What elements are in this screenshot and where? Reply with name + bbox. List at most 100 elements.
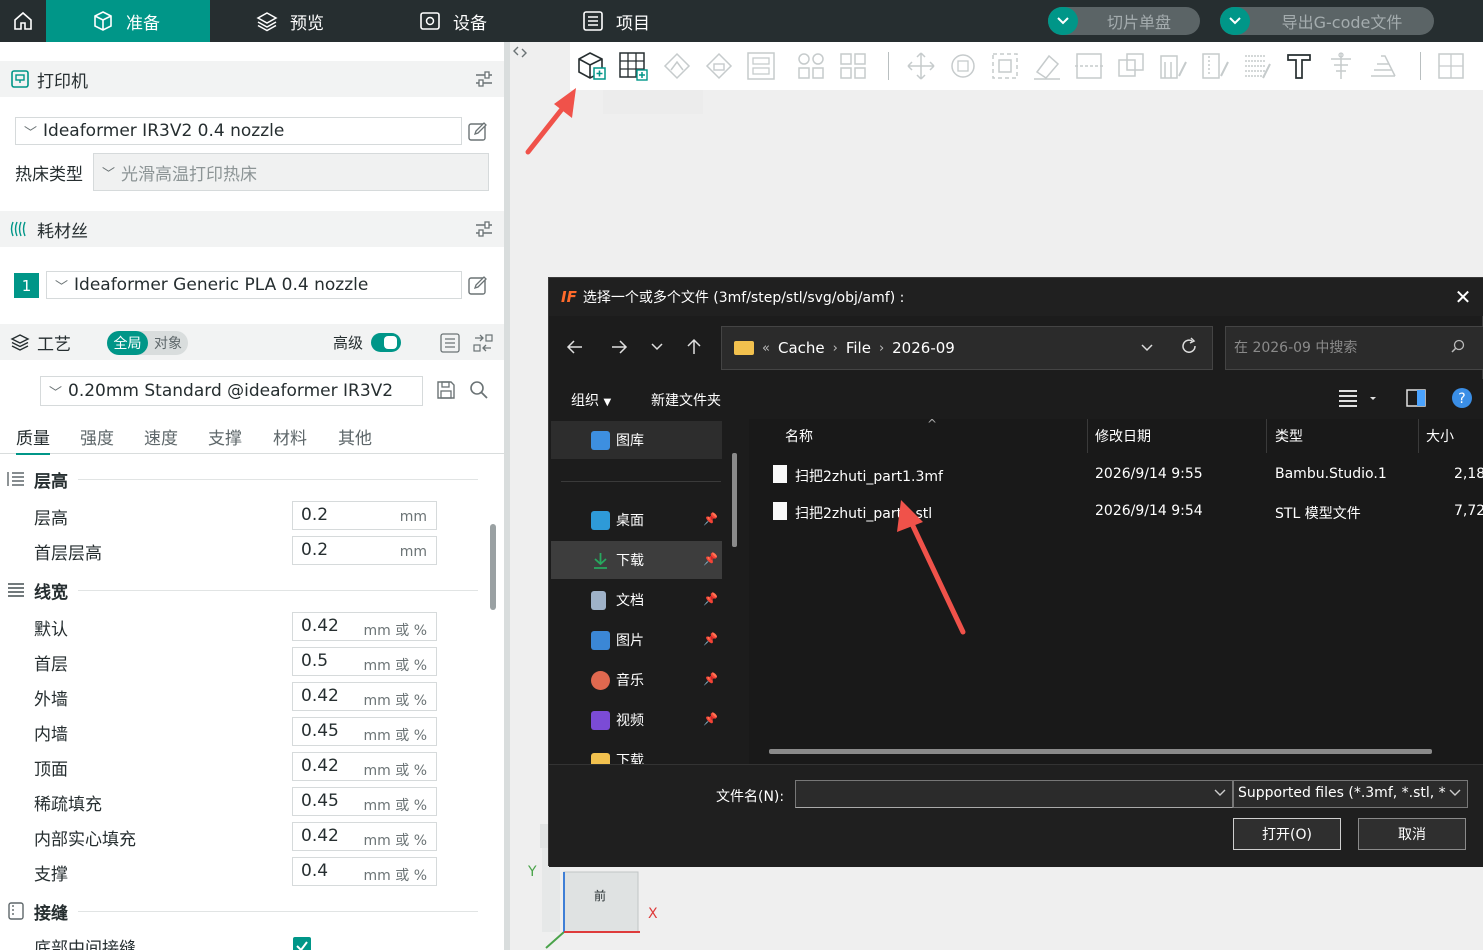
internal-solid-width-input[interactable]: 0.42 mm 或 % [292, 822, 437, 851]
slice-plate-button[interactable]: 切片单盘 [1048, 7, 1200, 35]
column-name[interactable]: 名称 [785, 426, 813, 446]
save-icon[interactable] [436, 380, 456, 404]
first-layer-width-input[interactable]: 0.5 mm 或 % [292, 647, 437, 676]
tab-preview[interactable]: 预览 [256, 0, 324, 42]
view-options-icon[interactable] [1338, 387, 1378, 413]
file-list-scrollbar[interactable] [769, 749, 1432, 754]
address-history-chevron-icon[interactable] [1140, 341, 1154, 357]
up-arrow-icon[interactable] [677, 330, 711, 364]
advanced-switch[interactable] [371, 333, 401, 352]
toggle-global[interactable]: 全局 [107, 331, 148, 355]
organize-menu[interactable]: 组织 ▼ [571, 390, 611, 410]
first-layer-height-input[interactable]: 0.2 mm [292, 536, 437, 565]
chevron-down-icon[interactable] [1214, 786, 1226, 800]
add-object-icon[interactable] [575, 50, 609, 82]
preview-pane-icon[interactable] [1405, 387, 1427, 413]
outer-wall-width-input[interactable]: 0.42 mm 或 % [292, 682, 437, 711]
printer-preset-select[interactable]: ﹀ Ideaformer IR3V2 0.4 nozzle [15, 117, 462, 145]
add-plate-icon[interactable] [616, 50, 650, 82]
pin-icon[interactable]: 📌 [703, 632, 718, 646]
help-icon[interactable]: ? [1451, 387, 1473, 413]
lay-on-face-icon[interactable] [702, 50, 736, 82]
sidebar-scrollbar[interactable] [490, 524, 496, 610]
support-paint-icon[interactable] [1156, 50, 1190, 82]
settings-sliders-icon[interactable] [474, 69, 494, 93]
split-objects-icon[interactable] [794, 50, 828, 82]
new-folder-button[interactable]: 新建文件夹 [651, 390, 721, 410]
tab-project[interactable]: 项目 [582, 0, 650, 42]
measure-icon[interactable] [1324, 50, 1358, 82]
file-row[interactable]: 扫把2zhuti_part1.3mf 2026/9/14 9:55 Bambu.… [769, 458, 1483, 494]
filament-slot-badge[interactable]: 1 [14, 273, 39, 298]
breadcrumb-cache[interactable]: Cache [778, 339, 825, 357]
global-object-toggle[interactable]: 全局 对象 [107, 331, 188, 355]
close-icon[interactable]: ✕ [1452, 286, 1474, 308]
explode-view-icon[interactable] [1434, 50, 1468, 82]
column-divider[interactable] [1266, 419, 1267, 453]
nav-item-music[interactable]: 音乐 📌 [551, 661, 722, 699]
sidebar-splitter[interactable] [504, 42, 510, 950]
search-field[interactable] [1225, 326, 1483, 370]
file-row[interactable]: 扫把2zhuti_part1.stl 2026/9/14 9:54 STL 模型… [769, 495, 1483, 531]
column-divider[interactable] [1087, 419, 1088, 453]
assembly-icon[interactable] [1366, 50, 1400, 82]
move-icon[interactable] [904, 50, 938, 82]
back-arrow-icon[interactable] [558, 330, 592, 364]
column-modified[interactable]: 修改日期 [1095, 426, 1151, 446]
nav-item-downloads[interactable]: 下载 📌 [551, 541, 722, 579]
collapse-sidebar-icon[interactable] [512, 44, 534, 68]
nav-item-gallery[interactable]: 图库 [551, 421, 722, 459]
lay-flat-icon[interactable] [1030, 50, 1064, 82]
default-width-input[interactable]: 0.42 mm 或 % [292, 612, 437, 641]
sparse-infill-width-input[interactable]: 0.45 mm 或 % [292, 787, 437, 816]
nav-item-desktop[interactable]: 桌面 📌 [551, 501, 722, 539]
compare-list-icon[interactable] [440, 333, 460, 357]
cut-icon[interactable] [1072, 50, 1106, 82]
tab-strength[interactable]: 强度 [80, 424, 114, 449]
open-button[interactable]: 打开(O) [1233, 818, 1341, 850]
search-icon[interactable] [1451, 339, 1465, 357]
filename-input[interactable] [795, 780, 1233, 808]
text-icon[interactable] [1282, 50, 1316, 82]
bottom-seam-checkbox[interactable] [293, 937, 311, 950]
tab-others[interactable]: 其他 [338, 424, 372, 449]
chevron-down-icon[interactable] [1220, 7, 1250, 35]
top-surface-width-input[interactable]: 0.42 mm 或 % [292, 752, 437, 781]
address-bar[interactable]: « Cache › File › 2026-09 [721, 326, 1213, 370]
breadcrumb-folder[interactable]: 2026-09 [892, 339, 955, 357]
settings-sliders-icon[interactable] [474, 219, 494, 243]
support-width-input[interactable]: 0.4 mm 或 % [292, 857, 437, 886]
tab-speed[interactable]: 速度 [144, 424, 178, 449]
nav-item-downloads-folder[interactable]: 下载 [551, 741, 722, 764]
pin-icon[interactable]: 📌 [703, 592, 718, 606]
home-icon[interactable] [0, 0, 46, 42]
export-gcode-button[interactable]: 导出G-code文件 [1220, 7, 1434, 35]
boolean-icon[interactable] [1114, 50, 1148, 82]
refresh-icon[interactable] [1180, 337, 1198, 360]
recent-chevron-icon[interactable] [640, 330, 674, 364]
pin-icon[interactable]: 📌 [703, 512, 718, 526]
pin-icon[interactable]: 📌 [703, 552, 718, 566]
tab-material[interactable]: 材料 [273, 424, 307, 449]
search-input[interactable] [1234, 337, 1434, 359]
edit-filament-icon[interactable] [468, 275, 488, 299]
auto-orient-icon[interactable] [660, 50, 694, 82]
column-type[interactable]: 类型 [1275, 426, 1303, 446]
nav-item-videos[interactable]: 视频 📌 [551, 701, 722, 739]
arrange-icon[interactable] [744, 50, 778, 82]
chevron-down-icon[interactable] [1048, 7, 1078, 35]
pin-icon[interactable]: 📌 [703, 672, 718, 686]
tab-device[interactable]: 设备 [419, 0, 487, 42]
tab-prepare[interactable]: 准备 [46, 0, 210, 42]
search-icon[interactable] [469, 380, 489, 404]
seam-paint-icon[interactable] [1198, 50, 1232, 82]
column-divider[interactable] [1418, 419, 1419, 453]
column-size[interactable]: 大小 [1426, 426, 1454, 446]
swap-icon[interactable] [473, 333, 493, 357]
pin-icon[interactable]: 📌 [703, 712, 718, 726]
rotate-icon[interactable] [946, 50, 980, 82]
tab-quality[interactable]: 质量 [16, 424, 50, 455]
edit-printer-icon[interactable] [468, 121, 488, 145]
split-parts-icon[interactable] [836, 50, 870, 82]
layer-height-input[interactable]: 0.2 mm [292, 501, 437, 530]
